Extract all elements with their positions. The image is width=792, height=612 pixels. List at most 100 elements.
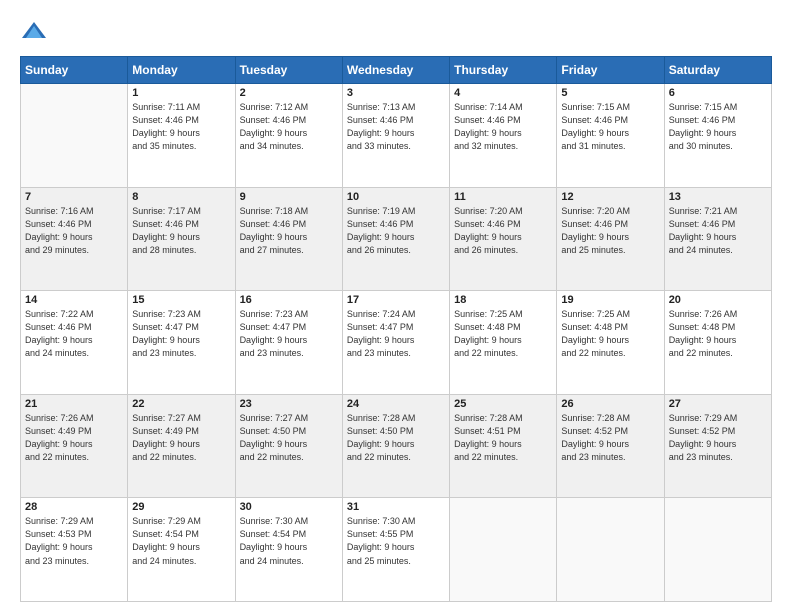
day-info: Sunrise: 7:29 AM Sunset: 4:52 PM Dayligh… bbox=[669, 412, 767, 464]
logo-icon bbox=[20, 18, 48, 46]
day-number: 14 bbox=[25, 294, 123, 306]
weekday-header-sunday: Sunday bbox=[21, 57, 128, 84]
calendar-week-row: 21Sunrise: 7:26 AM Sunset: 4:49 PM Dayli… bbox=[21, 394, 772, 498]
day-info: Sunrise: 7:11 AM Sunset: 4:46 PM Dayligh… bbox=[132, 101, 230, 153]
calendar-week-row: 14 Sunrise: 7:22 AM Sunset: 4:46 PM Dayli… bbox=[21, 291, 772, 395]
calendar-day-2: 2 Sunrise: 7:12 AM Sunset: 4:46 PM Daylig… bbox=[235, 84, 342, 188]
header bbox=[20, 18, 772, 46]
day-info: Sunrise: 7:16 AM Sunset: 4:46 PM Dayligh… bbox=[25, 205, 123, 257]
calendar-day-5: 5 Sunrise: 7:15 AM Sunset: 4:46 PM Daylig… bbox=[557, 84, 664, 188]
day-info: Sunrise: 7:29 AM Sunset: 4:54 PM Dayligh… bbox=[132, 515, 230, 567]
calendar-day-24: 24Sunrise: 7:28 AM Sunset: 4:50 PM Dayli… bbox=[342, 394, 449, 498]
day-info: Sunrise: 7:30 AM Sunset: 4:55 PM Dayligh… bbox=[347, 515, 445, 567]
day-info: Sunrise: 7:27 AM Sunset: 4:50 PM Dayligh… bbox=[240, 412, 338, 464]
day-info: Sunrise: 7:23 AM Sunset: 4:47 PM Dayligh… bbox=[132, 308, 230, 360]
day-info: Sunrise: 7:18 AM Sunset: 4:46 PM Dayligh… bbox=[240, 205, 338, 257]
weekday-header-thursday: Thursday bbox=[450, 57, 557, 84]
day-number: 16 bbox=[240, 294, 338, 306]
weekday-header-monday: Monday bbox=[128, 57, 235, 84]
day-number: 6 bbox=[669, 87, 767, 99]
day-info: Sunrise: 7:15 AM Sunset: 4:46 PM Dayligh… bbox=[669, 101, 767, 153]
day-info: Sunrise: 7:28 AM Sunset: 4:52 PM Dayligh… bbox=[561, 412, 659, 464]
day-number: 13 bbox=[669, 191, 767, 203]
day-number: 12 bbox=[561, 191, 659, 203]
day-number: 30 bbox=[240, 501, 338, 513]
calendar-day-25: 25 Sunrise: 7:28 AM Sunset: 4:51 PM Dayli… bbox=[450, 394, 557, 498]
day-number: 15 bbox=[132, 294, 230, 306]
calendar-day-12: 12Sunrise: 7:20 AM Sunset: 4:46 PM Dayli… bbox=[557, 187, 664, 291]
day-number: 7 bbox=[25, 191, 123, 203]
calendar-day-empty bbox=[664, 498, 771, 602]
calendar-week-row: 7 Sunrise: 7:16 AM Sunset: 4:46 PM Daylig… bbox=[21, 187, 772, 291]
day-info: Sunrise: 7:27 AM Sunset: 4:49 PM Dayligh… bbox=[132, 412, 230, 464]
weekday-header-tuesday: Tuesday bbox=[235, 57, 342, 84]
calendar-day-18: 18Sunrise: 7:25 AM Sunset: 4:48 PM Dayli… bbox=[450, 291, 557, 395]
day-info: Sunrise: 7:12 AM Sunset: 4:46 PM Dayligh… bbox=[240, 101, 338, 153]
calendar-table: SundayMondayTuesdayWednesdayThursdayFrid… bbox=[20, 56, 772, 602]
day-number: 2 bbox=[240, 87, 338, 99]
calendar-day-11: 11Sunrise: 7:20 AM Sunset: 4:46 PM Dayli… bbox=[450, 187, 557, 291]
day-number: 25 bbox=[454, 398, 552, 410]
day-info: Sunrise: 7:28 AM Sunset: 4:51 PM Dayligh… bbox=[454, 412, 552, 464]
day-number: 20 bbox=[669, 294, 767, 306]
day-number: 5 bbox=[561, 87, 659, 99]
calendar-day-28: 28Sunrise: 7:29 AM Sunset: 4:53 PM Dayli… bbox=[21, 498, 128, 602]
day-number: 11 bbox=[454, 191, 552, 203]
day-info: Sunrise: 7:19 AM Sunset: 4:46 PM Dayligh… bbox=[347, 205, 445, 257]
day-number: 26 bbox=[561, 398, 659, 410]
calendar-day-14: 14 Sunrise: 7:22 AM Sunset: 4:46 PM Dayli… bbox=[21, 291, 128, 395]
logo bbox=[20, 18, 52, 46]
calendar-day-8: 8Sunrise: 7:17 AM Sunset: 4:46 PM Daylig… bbox=[128, 187, 235, 291]
calendar-day-29: 29 Sunrise: 7:29 AM Sunset: 4:54 PM Dayli… bbox=[128, 498, 235, 602]
calendar-day-23: 23 Sunrise: 7:27 AM Sunset: 4:50 PM Dayli… bbox=[235, 394, 342, 498]
calendar-day-21: 21Sunrise: 7:26 AM Sunset: 4:49 PM Dayli… bbox=[21, 394, 128, 498]
calendar-day-17: 17Sunrise: 7:24 AM Sunset: 4:47 PM Dayli… bbox=[342, 291, 449, 395]
day-number: 10 bbox=[347, 191, 445, 203]
calendar-week-row: 1 Sunrise: 7:11 AM Sunset: 4:46 PM Daylig… bbox=[21, 84, 772, 188]
day-number: 1 bbox=[132, 87, 230, 99]
page: SundayMondayTuesdayWednesdayThursdayFrid… bbox=[0, 0, 792, 612]
day-number: 3 bbox=[347, 87, 445, 99]
weekday-header-wednesday: Wednesday bbox=[342, 57, 449, 84]
calendar-day-31: 31 Sunrise: 7:30 AM Sunset: 4:55 PM Dayli… bbox=[342, 498, 449, 602]
weekday-header-friday: Friday bbox=[557, 57, 664, 84]
day-info: Sunrise: 7:29 AM Sunset: 4:53 PM Dayligh… bbox=[25, 515, 123, 567]
calendar-day-4: 4 Sunrise: 7:14 AM Sunset: 4:46 PM Daylig… bbox=[450, 84, 557, 188]
day-info: Sunrise: 7:26 AM Sunset: 4:48 PM Dayligh… bbox=[669, 308, 767, 360]
weekday-header-row: SundayMondayTuesdayWednesdayThursdayFrid… bbox=[21, 57, 772, 84]
calendar-day-30: 30 Sunrise: 7:30 AM Sunset: 4:54 PM Dayli… bbox=[235, 498, 342, 602]
calendar-day-26: 26 Sunrise: 7:28 AM Sunset: 4:52 PM Dayli… bbox=[557, 394, 664, 498]
calendar-day-6: 6 Sunrise: 7:15 AM Sunset: 4:46 PM Daylig… bbox=[664, 84, 771, 188]
day-info: Sunrise: 7:25 AM Sunset: 4:48 PM Dayligh… bbox=[561, 308, 659, 360]
calendar-day-3: 3 Sunrise: 7:13 AM Sunset: 4:46 PM Daylig… bbox=[342, 84, 449, 188]
calendar-day-9: 9 Sunrise: 7:18 AM Sunset: 4:46 PM Daylig… bbox=[235, 187, 342, 291]
calendar-day-empty bbox=[557, 498, 664, 602]
day-info: Sunrise: 7:22 AM Sunset: 4:46 PM Dayligh… bbox=[25, 308, 123, 360]
day-number: 29 bbox=[132, 501, 230, 513]
day-info: Sunrise: 7:28 AM Sunset: 4:50 PM Dayligh… bbox=[347, 412, 445, 464]
calendar-day-19: 19Sunrise: 7:25 AM Sunset: 4:48 PM Dayli… bbox=[557, 291, 664, 395]
day-info: Sunrise: 7:21 AM Sunset: 4:46 PM Dayligh… bbox=[669, 205, 767, 257]
day-number: 27 bbox=[669, 398, 767, 410]
calendar-day-27: 27 Sunrise: 7:29 AM Sunset: 4:52 PM Dayli… bbox=[664, 394, 771, 498]
day-number: 4 bbox=[454, 87, 552, 99]
calendar-week-row: 28Sunrise: 7:29 AM Sunset: 4:53 PM Dayli… bbox=[21, 498, 772, 602]
day-info: Sunrise: 7:24 AM Sunset: 4:47 PM Dayligh… bbox=[347, 308, 445, 360]
day-info: Sunrise: 7:30 AM Sunset: 4:54 PM Dayligh… bbox=[240, 515, 338, 567]
day-number: 21 bbox=[25, 398, 123, 410]
calendar-day-22: 22Sunrise: 7:27 AM Sunset: 4:49 PM Dayli… bbox=[128, 394, 235, 498]
day-number: 9 bbox=[240, 191, 338, 203]
day-info: Sunrise: 7:14 AM Sunset: 4:46 PM Dayligh… bbox=[454, 101, 552, 153]
calendar-day-7: 7 Sunrise: 7:16 AM Sunset: 4:46 PM Daylig… bbox=[21, 187, 128, 291]
calendar-day-20: 20 Sunrise: 7:26 AM Sunset: 4:48 PM Dayli… bbox=[664, 291, 771, 395]
day-number: 23 bbox=[240, 398, 338, 410]
day-info: Sunrise: 7:15 AM Sunset: 4:46 PM Dayligh… bbox=[561, 101, 659, 153]
calendar-day-empty bbox=[450, 498, 557, 602]
calendar-day-13: 13 Sunrise: 7:21 AM Sunset: 4:46 PM Dayli… bbox=[664, 187, 771, 291]
calendar-day-16: 16 Sunrise: 7:23 AM Sunset: 4:47 PM Dayli… bbox=[235, 291, 342, 395]
day-number: 31 bbox=[347, 501, 445, 513]
day-info: Sunrise: 7:13 AM Sunset: 4:46 PM Dayligh… bbox=[347, 101, 445, 153]
day-info: Sunrise: 7:23 AM Sunset: 4:47 PM Dayligh… bbox=[240, 308, 338, 360]
day-number: 8 bbox=[132, 191, 230, 203]
calendar-day-15: 15 Sunrise: 7:23 AM Sunset: 4:47 PM Dayli… bbox=[128, 291, 235, 395]
